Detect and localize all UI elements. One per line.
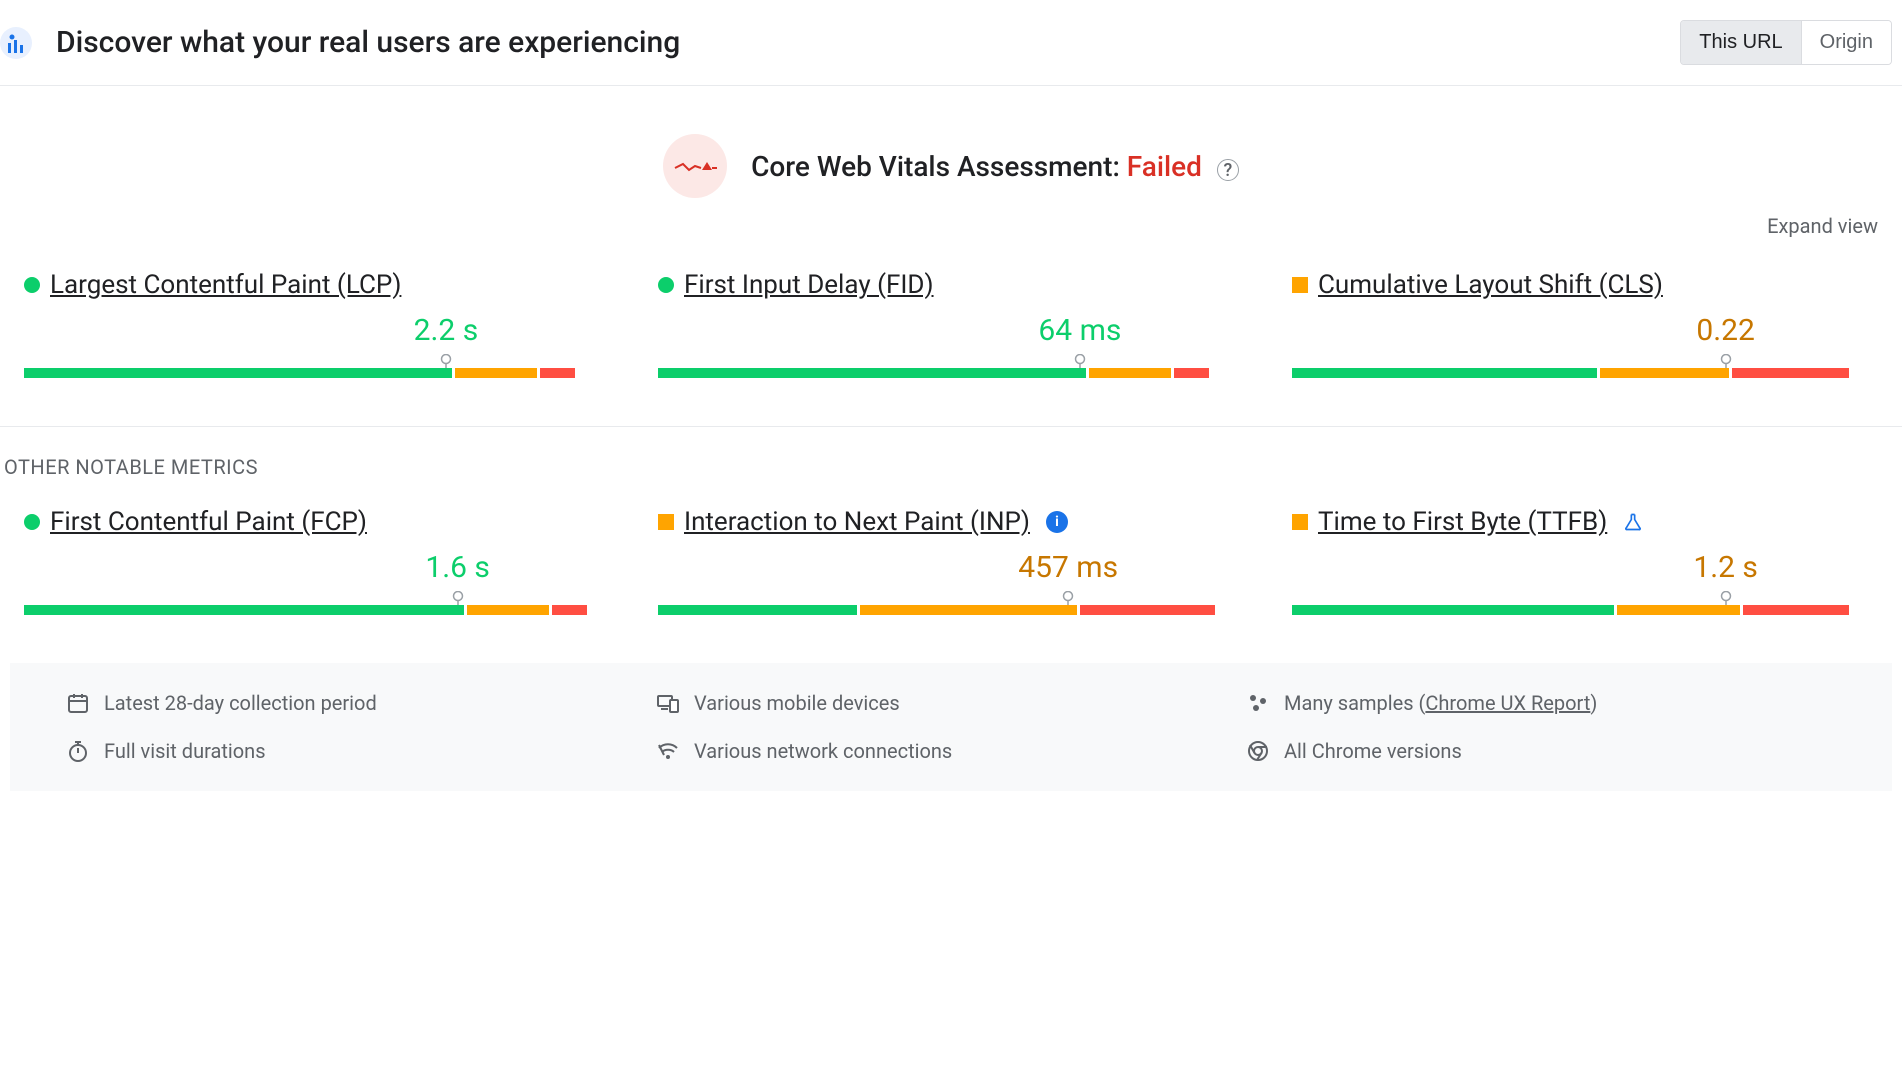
distribution-bar <box>24 597 610 615</box>
footer-period: Latest 28-day collection period <box>66 691 656 715</box>
status-ni-icon <box>1292 514 1308 530</box>
expand-view-link[interactable]: Expand view <box>0 214 1902 270</box>
other-metrics-grid: First Contentful Paint (FCP) 1.6 s Interac… <box>0 507 1902 631</box>
status-good-icon <box>24 277 40 293</box>
flask-icon[interactable] <box>1623 512 1643 532</box>
assessment-status: Failed <box>1127 150 1202 183</box>
toggle-this-url[interactable]: This URL <box>1681 21 1801 64</box>
stopwatch-icon <box>66 739 90 763</box>
metric-name-link[interactable]: First Input Delay (FID) <box>684 270 934 300</box>
distribution-bar <box>24 360 610 378</box>
footer-samples: Many samples (Chrome UX Report) <box>1246 691 1836 715</box>
assessment-text: Core Web Vitals Assessment: Failed ? <box>751 150 1239 183</box>
crux-report-link[interactable]: Chrome UX Report <box>1425 691 1590 715</box>
distribution-bar <box>1292 360 1878 378</box>
metric-name-link[interactable]: Time to First Byte (TTFB) <box>1318 507 1607 537</box>
metric-card: Time to First Byte (TTFB) 1.2 s <box>1292 507 1878 615</box>
footer-network: Various network connections <box>656 739 1246 763</box>
toggle-origin[interactable]: Origin <box>1802 21 1891 64</box>
scatter-icon <box>1246 691 1270 715</box>
status-ni-icon <box>1292 277 1308 293</box>
distribution-bar <box>1292 597 1878 615</box>
metric-name-link[interactable]: First Contentful Paint (FCP) <box>50 507 367 537</box>
metric-value: 64 ms <box>1038 313 1121 348</box>
metric-value: 1.2 s <box>1693 550 1758 585</box>
status-good-icon <box>24 514 40 530</box>
page-title: Discover what your real users are experi… <box>56 25 680 60</box>
core-metrics-grid: Largest Contentful Paint (LCP) 2.2 s First… <box>0 270 1902 427</box>
footer-info: Latest 28-day collection period Various … <box>10 663 1892 791</box>
other-metrics-label: OTHER NOTABLE METRICS <box>0 427 1902 507</box>
calendar-icon <box>66 691 90 715</box>
metric-value: 457 ms <box>1018 550 1118 585</box>
distribution-bar <box>658 597 1244 615</box>
metric-value: 1.6 s <box>425 550 490 585</box>
assessment-row: Core Web Vitals Assessment: Failed ? <box>0 86 1902 214</box>
page-header: Discover what your real users are experi… <box>0 0 1902 86</box>
chrome-icon <box>1246 739 1270 763</box>
metric-card: First Input Delay (FID) 64 ms <box>658 270 1244 378</box>
distribution-bar <box>658 360 1244 378</box>
devices-icon <box>656 691 680 715</box>
info-icon[interactable]: i <box>1046 511 1068 533</box>
metric-card: Interaction to Next Paint (INP) i 457 ms <box>658 507 1244 615</box>
metric-name-link[interactable]: Interaction to Next Paint (INP) <box>684 507 1030 537</box>
footer-durations: Full visit durations <box>66 739 656 763</box>
status-good-icon <box>658 277 674 293</box>
metric-card: Cumulative Layout Shift (CLS) 0.22 <box>1292 270 1878 378</box>
metric-value: 2.2 s <box>414 313 479 348</box>
footer-devices: Various mobile devices <box>656 691 1246 715</box>
help-icon[interactable]: ? <box>1217 159 1239 181</box>
scope-toggle: This URL Origin <box>1680 20 1892 65</box>
metric-name-link[interactable]: Cumulative Layout Shift (CLS) <box>1318 270 1663 300</box>
metric-card: Largest Contentful Paint (LCP) 2.2 s <box>24 270 610 378</box>
footer-chrome: All Chrome versions <box>1246 739 1836 763</box>
metric-name-link[interactable]: Largest Contentful Paint (LCP) <box>50 270 401 300</box>
network-icon <box>656 739 680 763</box>
metric-value: 0.22 <box>1696 313 1755 348</box>
crux-logo-icon <box>0 27 32 59</box>
metric-card: First Contentful Paint (FCP) 1.6 s <box>24 507 610 615</box>
status-ni-icon <box>658 514 674 530</box>
assessment-fail-icon <box>663 134 727 198</box>
